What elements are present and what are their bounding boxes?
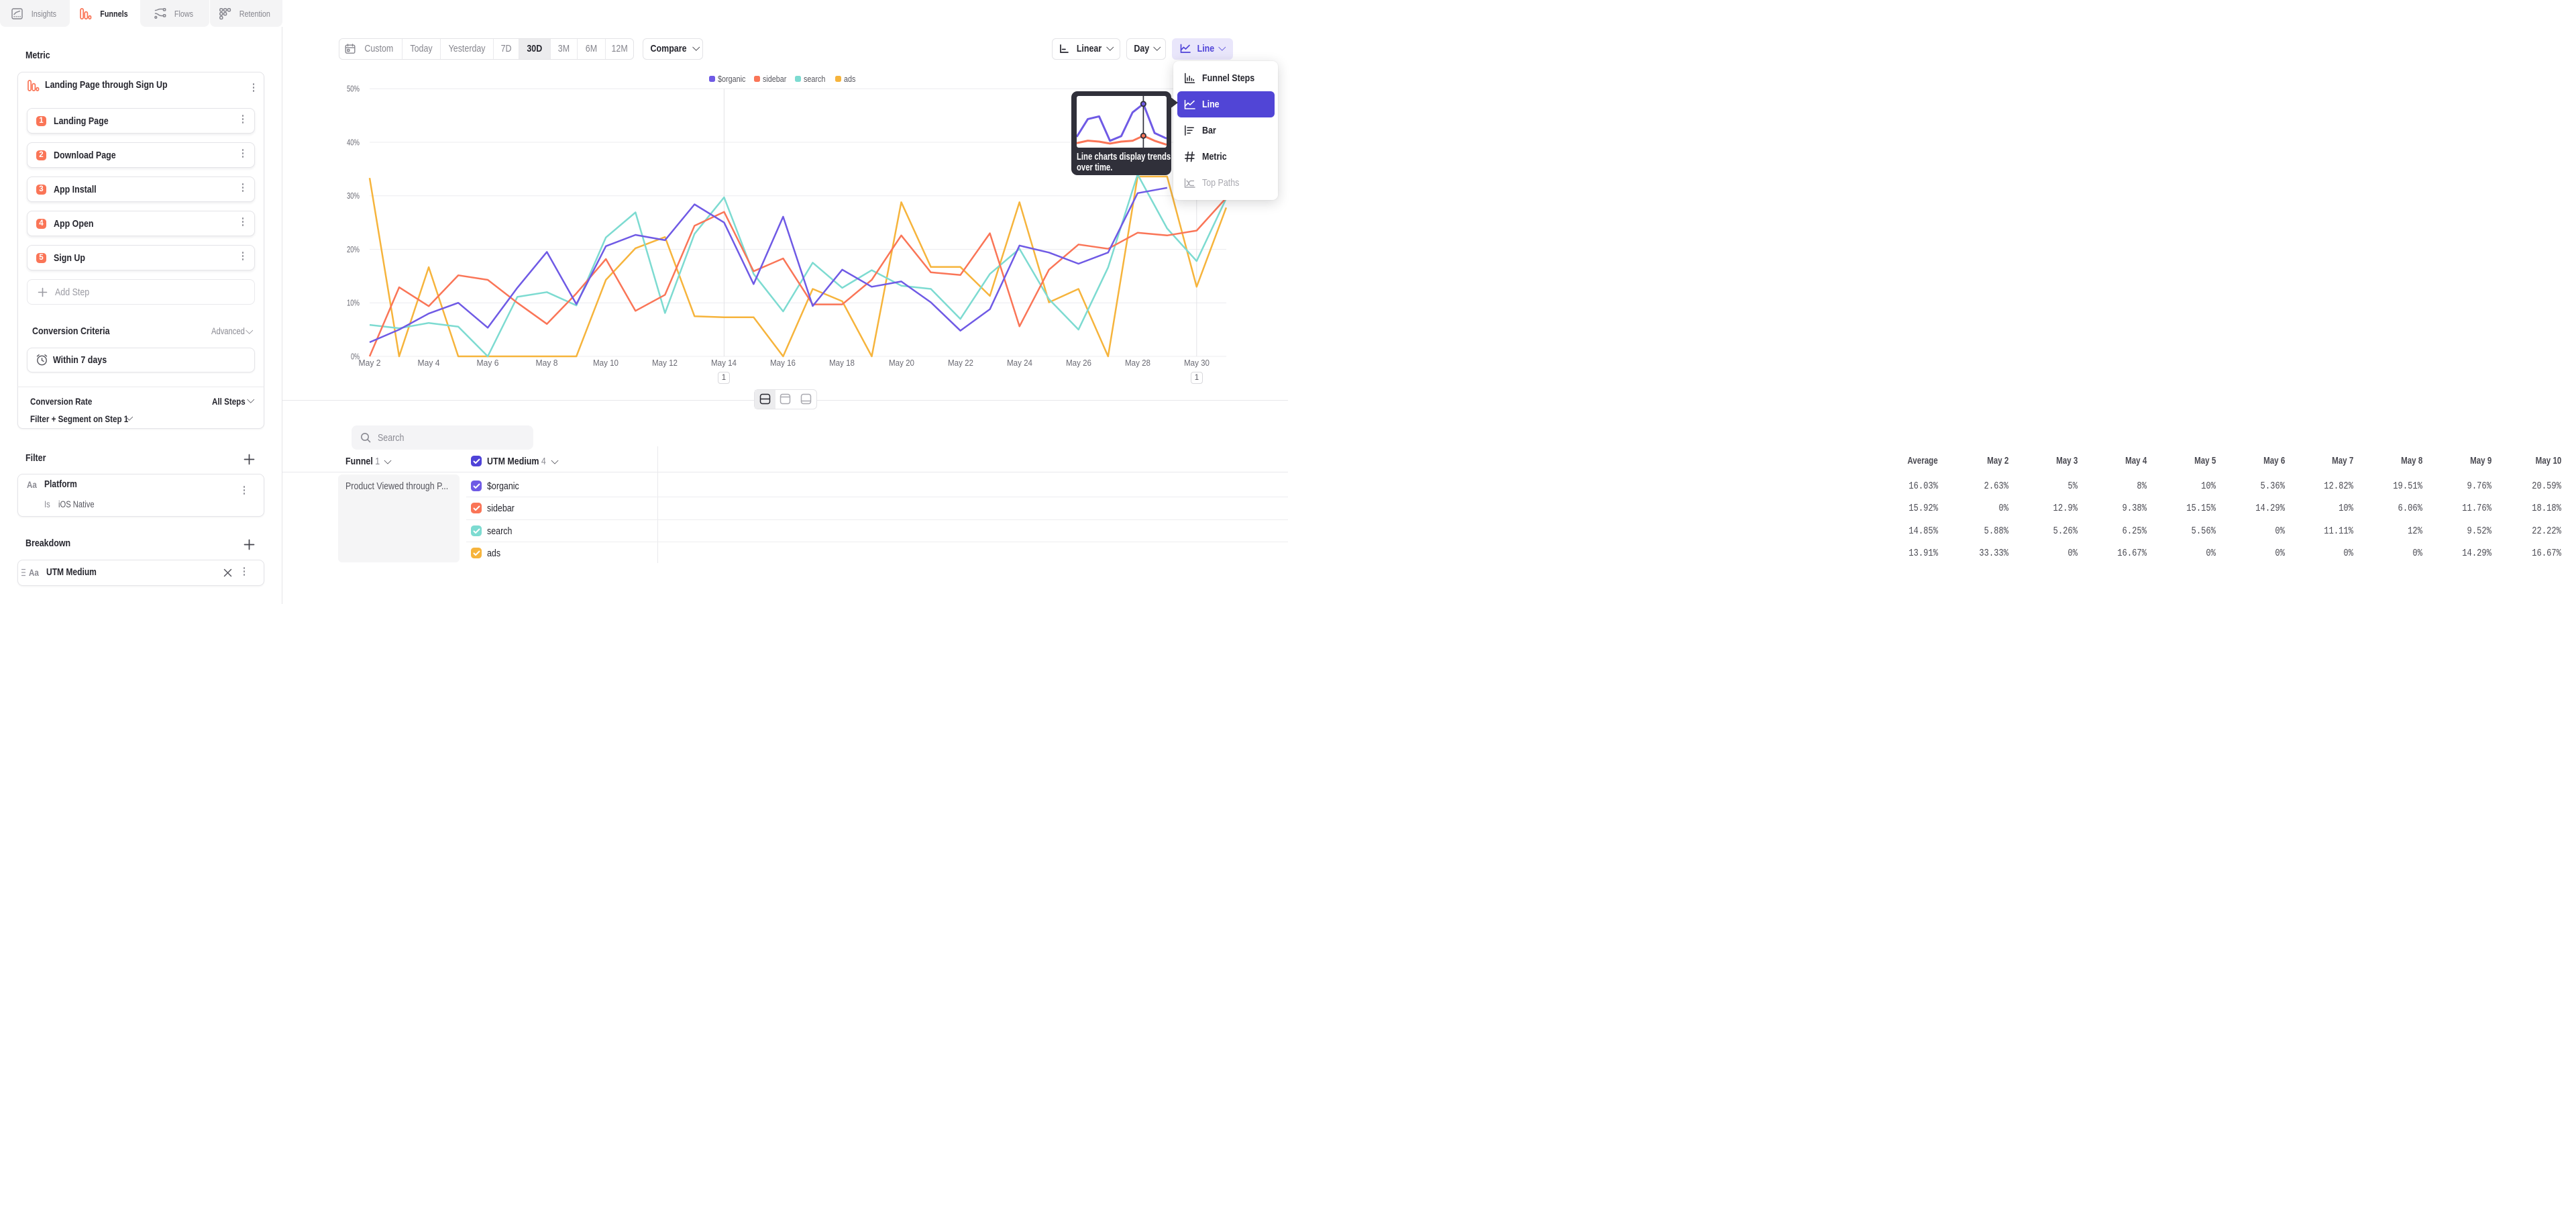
svg-text:May 26: May 26 [1066, 358, 1091, 368]
svg-text:May 4: May 4 [418, 358, 440, 368]
svg-text:May 22: May 22 [948, 358, 973, 368]
svg-text:20%: 20% [347, 244, 360, 254]
svg-text:May 2: May 2 [359, 358, 381, 368]
svg-text:May 6: May 6 [477, 358, 499, 368]
svg-text:May 12: May 12 [652, 358, 678, 368]
svg-text:May 16: May 16 [770, 358, 796, 368]
svg-text:40%: 40% [347, 138, 360, 148]
svg-text:May 28: May 28 [1125, 358, 1150, 368]
svg-text:May 10: May 10 [593, 358, 619, 368]
svg-text:May 14: May 14 [711, 358, 737, 368]
svg-text:May 18: May 18 [829, 358, 855, 368]
svg-text:May 30: May 30 [1184, 358, 1210, 368]
svg-text:10%: 10% [347, 298, 360, 308]
svg-text:May 8: May 8 [536, 358, 558, 368]
svg-text:May 24: May 24 [1007, 358, 1032, 368]
svg-text:May 20: May 20 [889, 358, 914, 368]
svg-text:50%: 50% [347, 84, 360, 94]
svg-text:30%: 30% [347, 191, 360, 201]
